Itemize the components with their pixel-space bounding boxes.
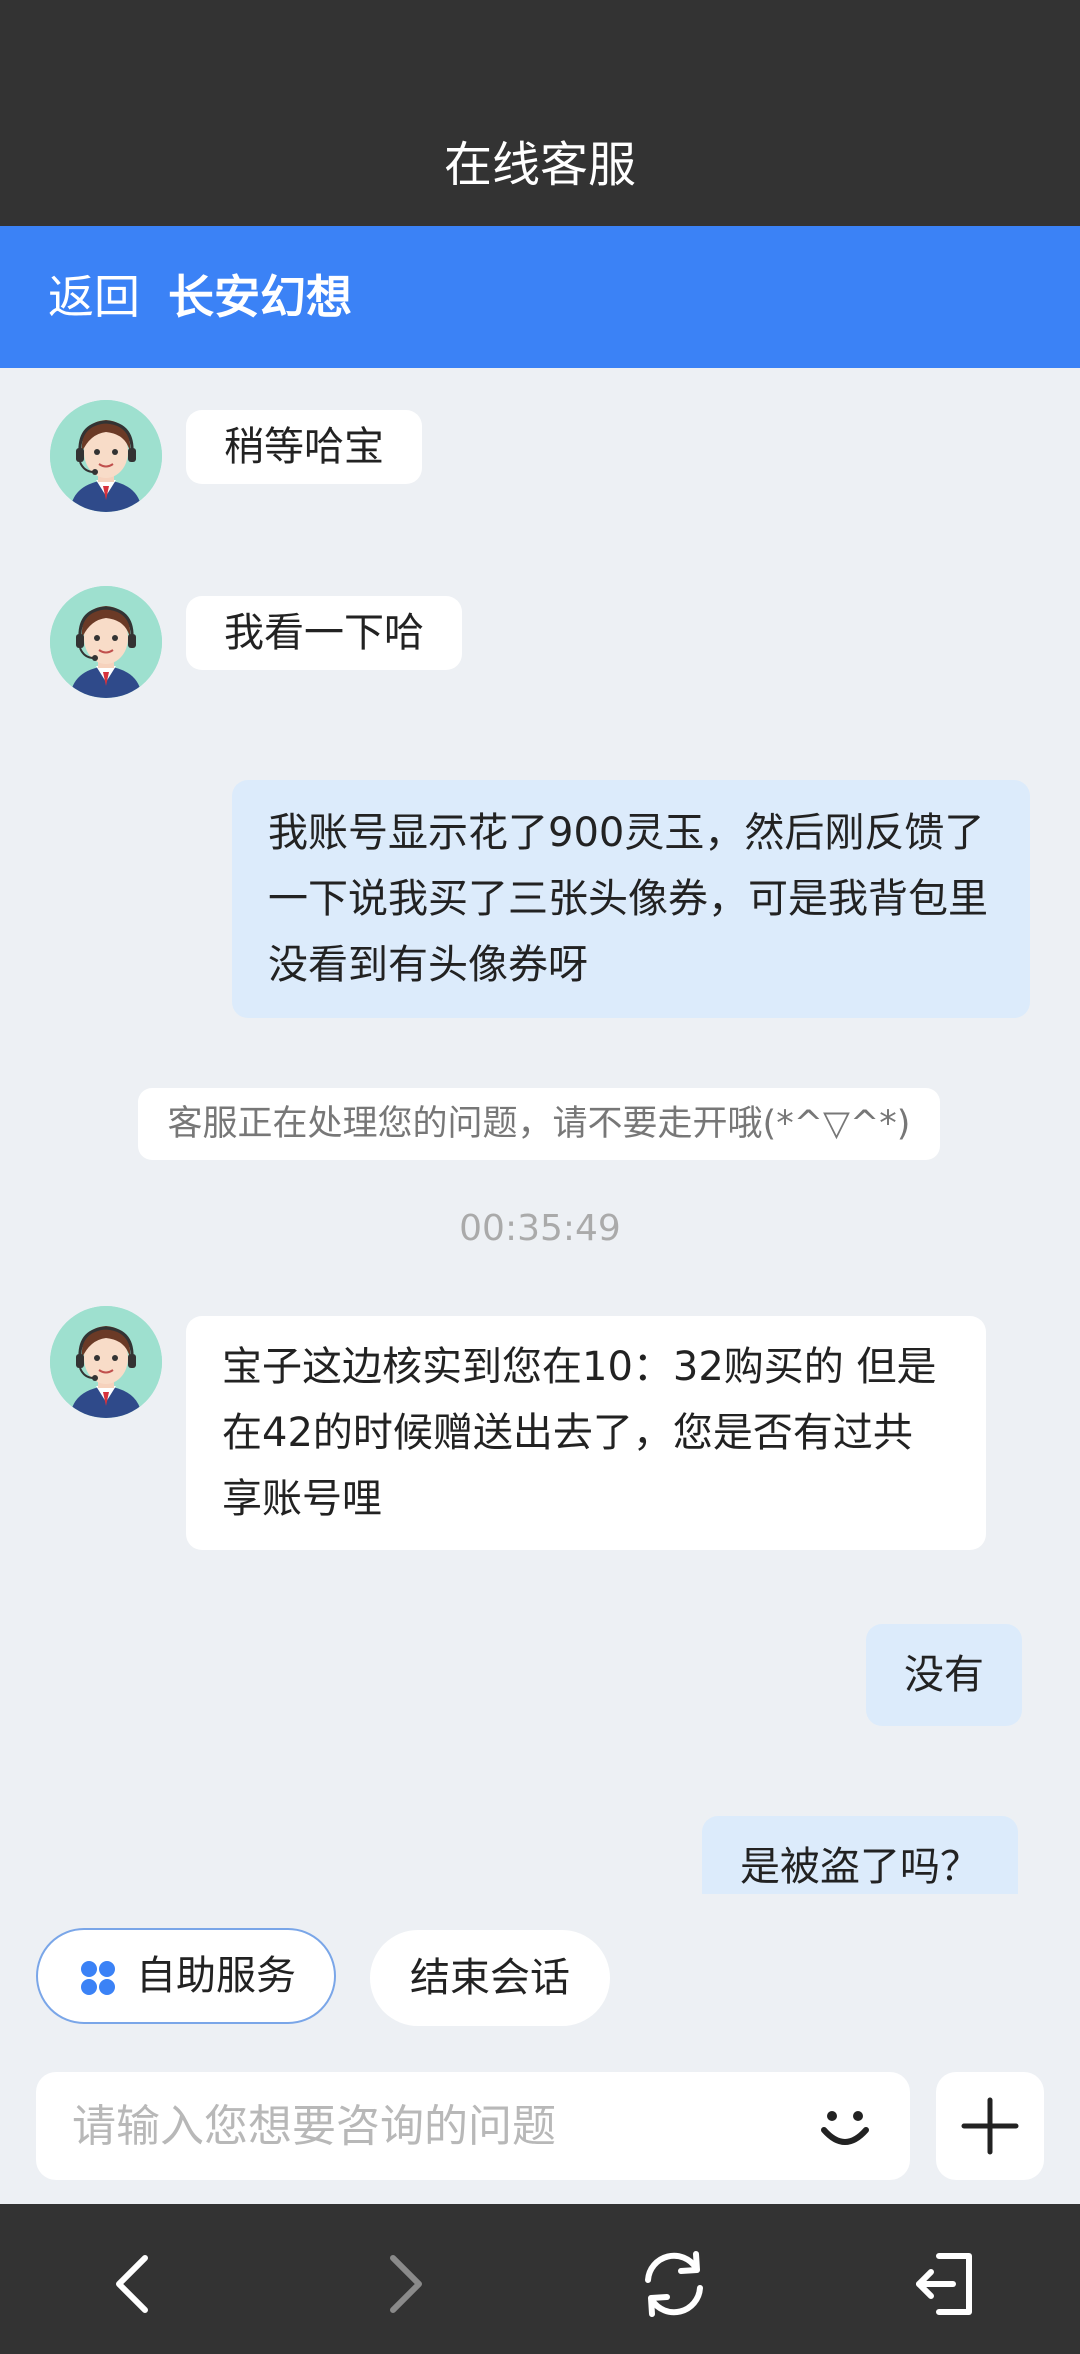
- message-bubble-agent: 宝子这边核实到您在10：32购买的 但是在42的时候赠送出去了，您是否有过共享账…: [186, 1316, 986, 1550]
- nav-back-button[interactable]: [95, 2244, 175, 2324]
- agent-avatar-icon: [50, 400, 162, 512]
- message-bubble-user: 我账号显示花了900灵玉，然后刚反馈了一下说我买了三张头像券，可是我背包里没看到…: [232, 780, 1030, 1018]
- message-input[interactable]: [72, 2086, 812, 2166]
- title-bar: 在线客服: [0, 0, 1080, 226]
- game-name: 长安幻想: [168, 270, 352, 324]
- agent-avatar-icon: [50, 586, 162, 698]
- status-notice: 客服正在处理您的问题，请不要走开哦(*^▽^*): [138, 1088, 940, 1160]
- exit-icon: [916, 2253, 972, 2315]
- bottom-nav-bar: [0, 2204, 1080, 2354]
- agent-avatar-icon: [50, 1306, 162, 1418]
- message-bubble-user: 是被盗了吗？: [702, 1816, 1018, 1894]
- add-attachment-button[interactable]: [936, 2072, 1044, 2180]
- message-timestamp: 00:35:49: [459, 1208, 621, 1249]
- chat-area[interactable]: 稍等哈宝 我看一下哈 我账号显示花了900灵玉，然后刚反馈了一下说我买了三张头像…: [0, 368, 1080, 1894]
- message-bubble-agent: 稍等哈宝: [186, 410, 422, 484]
- self-service-label: 自助服务: [136, 1953, 296, 1999]
- back-button[interactable]: 返回: [48, 262, 140, 332]
- agent-avatar: [50, 586, 162, 698]
- chat-header: 返回 长安幻想: [0, 226, 1080, 368]
- chevron-left-icon: [116, 2255, 148, 2313]
- message-bubble-agent: 我看一下哈: [186, 596, 462, 670]
- chevron-right-icon: [390, 2255, 422, 2313]
- grid-icon: [81, 1961, 115, 1995]
- refresh-icon: [645, 2251, 703, 2317]
- self-service-button[interactable]: 自助服务: [36, 1928, 336, 2024]
- smile-icon[interactable]: [810, 2092, 880, 2162]
- agent-avatar: [50, 1306, 162, 1418]
- message-input-box: [36, 2072, 910, 2180]
- message-bubble-user: 没有: [866, 1624, 1022, 1726]
- plus-icon: [961, 2097, 1019, 2155]
- composer-area: 自助服务 结束会话: [0, 1894, 1080, 2204]
- customer-service-app: 在线客服 返回 长安幻想 稍等哈宝 我看一下哈 我账号显示花了900灵玉，然后刚…: [0, 0, 1080, 2354]
- agent-avatar: [50, 400, 162, 512]
- window-title: 在线客服: [443, 137, 636, 193]
- nav-exit-button[interactable]: [905, 2244, 985, 2324]
- end-chat-button[interactable]: 结束会话: [370, 1930, 610, 2026]
- nav-forward-button[interactable]: [363, 2244, 443, 2324]
- nav-refresh-button[interactable]: [634, 2244, 714, 2324]
